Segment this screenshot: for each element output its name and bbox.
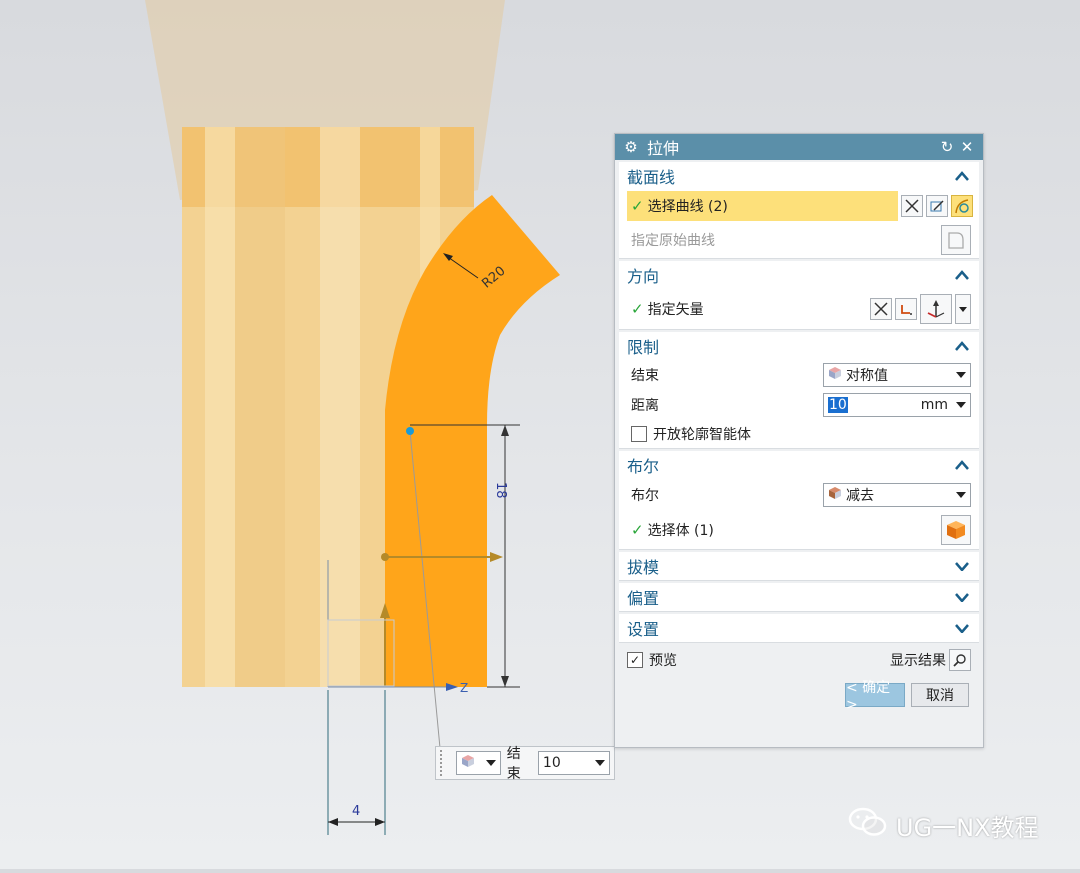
chevron-up-icon[interactable] [953,456,971,474]
settings-group: 设置 [619,614,979,643]
cube-icon [461,754,475,772]
show-result-label: 显示结果 [890,653,946,669]
preview-checkbox[interactable]: ✓ [627,652,643,668]
check-icon: ✓ [631,197,644,215]
subtract-icon [828,486,842,504]
limits-header[interactable]: 限制 [619,332,979,360]
select-body-row[interactable]: ✓ 选择体 (1) [619,511,979,549]
sketch-section-icon[interactable] [926,195,948,217]
width-dimension[interactable]: 4 [352,804,360,819]
draft-group: 拔模 [619,552,979,581]
section-curve-group: 截面线 ✓ 选择曲线 (2) 指定原始曲线 [619,162,979,259]
drag-handle[interactable] [440,750,448,776]
draft-header[interactable]: 拔模 [619,552,979,580]
chevron-up-icon[interactable] [953,337,971,355]
reset-icon[interactable]: ↻ [937,138,957,156]
caret-icon [595,760,606,766]
chevron-down-icon[interactable] [953,619,971,637]
check-icon: ✓ [631,300,644,318]
section-curve-header[interactable]: 截面线 [619,162,979,190]
distance-unit[interactable]: mm [921,397,948,413]
distance-value[interactable]: 10 [828,397,848,413]
settings-header[interactable]: 设置 [619,614,979,642]
distance-input[interactable]: 10 mm [823,393,971,417]
end-option-dropdown[interactable]: 对称值 [823,363,971,387]
caret-icon [956,492,966,498]
gear-icon[interactable]: ⚙ [621,138,641,156]
distance-row: 距离 10 mm [619,390,979,420]
z-axis-label: Z [460,681,468,695]
origin-curve-icon[interactable] [941,225,971,255]
limits-group: 限制 结束 对称值 距离 10 mm 开放轮廓智能体 [619,332,979,449]
specify-origin-curve-row[interactable]: 指定原始曲线 [619,222,979,258]
preview-row: ✓ 预览 显示结果 [619,643,979,677]
select-curve-row[interactable]: ✓ 选择曲线 (2) [619,190,979,222]
curve-select-icon[interactable] [951,195,973,217]
dialog-title-bar[interactable]: ⚙ 拉伸 ↻ ✕ [615,134,983,160]
extrude-dialog: ⚙ 拉伸 ↻ ✕ 截面线 ✓ 选择曲线 (2) 指定原始曲线 方向 ✓ 指定矢量… [614,133,984,748]
watermark: UG一NX教程 [848,806,1039,844]
end-type-dropdown[interactable] [455,751,501,775]
height-dimension[interactable]: 18 [493,482,508,499]
chevron-up-icon[interactable] [953,266,971,284]
open-profile-row[interactable]: 开放轮廓智能体 [619,420,979,448]
end-row: 结束 对称值 [619,360,979,390]
vector-inferred-icon[interactable] [920,294,952,324]
preview-label: 预览 [649,653,677,669]
handle-point[interactable] [406,427,414,435]
vector-dialog-icon[interactable] [895,298,917,320]
watermark-text: UG一NX教程 [896,813,1039,842]
check-icon: ✓ [631,521,644,539]
dialog-title: 拉伸 [647,139,680,158]
caret-icon [485,760,496,766]
boolean-group: 布尔 布尔 减去 ✓ 选择体 (1) [619,451,979,550]
wechat-icon [848,806,888,844]
minibar-end-value-field[interactable]: 10 [537,751,611,775]
select-body-icon[interactable] [941,515,971,545]
vector-dropdown-caret[interactable] [955,294,971,324]
specify-vector-row[interactable]: ✓ 指定矢量 [619,289,979,329]
caret-icon [956,402,966,408]
minibar-end-label: 结束 [506,746,521,782]
chevron-down-icon[interactable] [953,588,971,606]
dialog-buttons: < 确定 > 取消 [615,677,983,713]
ok-button[interactable]: < 确定 > [845,680,905,713]
direction-arrow[interactable] [490,552,503,562]
caret-icon [956,372,966,378]
open-profile-checkbox[interactable] [631,426,647,442]
show-result-icon[interactable] [949,649,971,671]
boolean-row: 布尔 减去 [619,479,979,511]
offset-header[interactable]: 偏置 [619,583,979,611]
direction-group: 方向 ✓ 指定矢量 [619,261,979,330]
reverse-icon[interactable] [901,195,923,217]
select-curve-label: 选择曲线 (2) [647,199,728,215]
extrude-mini-toolbar: 结束 10 [435,746,615,782]
boolean-dropdown[interactable]: 减去 [823,483,971,507]
close-icon[interactable]: ✕ [957,138,977,156]
offset-group: 偏置 [619,583,979,612]
direction-header[interactable]: 方向 [619,261,979,289]
cube-icon [828,366,842,384]
boolean-header[interactable]: 布尔 [619,451,979,479]
chevron-up-icon[interactable] [953,167,971,185]
chevron-down-icon[interactable] [953,557,971,575]
cancel-button[interactable]: 取消 [911,683,969,707]
reverse-direction-icon[interactable] [870,298,892,320]
